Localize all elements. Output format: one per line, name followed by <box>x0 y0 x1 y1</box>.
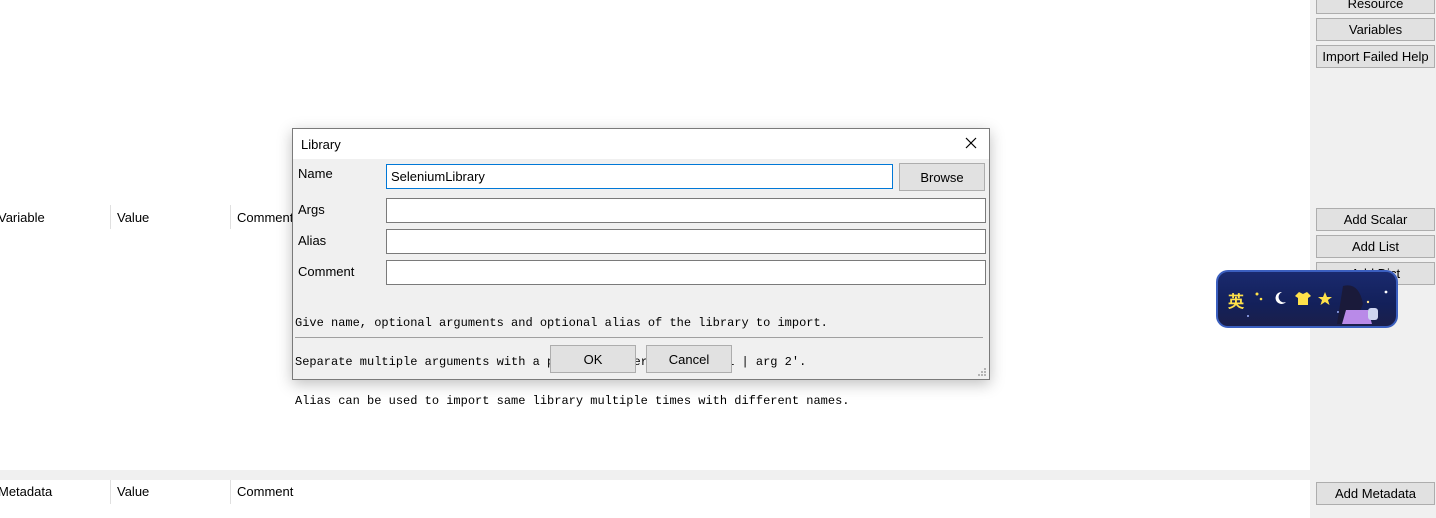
library-dialog: Library Name SeleniumLibrary Browse Args… <box>292 128 990 408</box>
alias-input[interactable] <box>386 229 986 254</box>
comment-input[interactable] <box>386 260 986 285</box>
right-button-panel <box>1310 0 1436 518</box>
add-metadata-button[interactable]: Add Metadata <box>1316 482 1435 505</box>
dialog-titlebar[interactable]: Library <box>293 129 989 159</box>
alias-label: Alias <box>298 233 327 248</box>
comment-column-header: Comment <box>237 210 294 225</box>
variables-button[interactable]: Variables <box>1316 18 1435 41</box>
ime-mode-char[interactable]: 英 <box>1228 288 1244 312</box>
help-line: Give name, optional arguments and option… <box>295 316 828 330</box>
add-list-button[interactable]: Add List <box>1316 235 1435 258</box>
column-separator <box>110 480 111 504</box>
cancel-button[interactable]: Cancel <box>646 345 732 373</box>
resource-button[interactable]: Resource <box>1316 0 1435 14</box>
ime-toolbar[interactable]: 英 <box>1216 270 1398 328</box>
value-column-header: Value <box>117 210 150 225</box>
name-input[interactable]: SeleniumLibrary <box>386 164 893 189</box>
variable-column-header: Variable <box>0 210 45 225</box>
name-label: Name <box>298 166 333 181</box>
ok-button[interactable]: OK <box>550 345 636 373</box>
help-line: Separate multiple arguments with a pipe … <box>295 355 807 369</box>
args-input[interactable] <box>386 198 986 223</box>
metadata-comment-column-header: Comment <box>237 484 294 499</box>
divider <box>295 337 983 338</box>
resize-grip-icon[interactable] <box>977 367 987 377</box>
column-separator <box>230 205 231 229</box>
metadata-column-header: Metadata <box>0 484 53 499</box>
section-divider <box>0 470 1310 480</box>
close-icon[interactable] <box>961 133 981 153</box>
metadata-value-column-header: Value <box>117 484 150 499</box>
comment-label: Comment <box>298 264 355 279</box>
moon-icon[interactable] <box>1272 290 1288 306</box>
dots-icon[interactable] <box>1254 290 1266 304</box>
args-label: Args <box>298 202 325 217</box>
dialog-title: Library <box>301 137 341 152</box>
help-text: Give name, optional arguments and option… <box>295 291 985 434</box>
column-separator <box>110 205 111 229</box>
shirt-icon[interactable] <box>1294 290 1312 306</box>
browse-button[interactable]: Browse <box>899 163 985 191</box>
column-separator <box>230 480 231 504</box>
import-failed-help-button[interactable]: Import Failed Help <box>1316 45 1435 68</box>
help-line: Alias can be used to import same library… <box>295 394 850 408</box>
star-icon[interactable] <box>1318 292 1332 306</box>
add-scalar-button[interactable]: Add Scalar <box>1316 208 1435 231</box>
